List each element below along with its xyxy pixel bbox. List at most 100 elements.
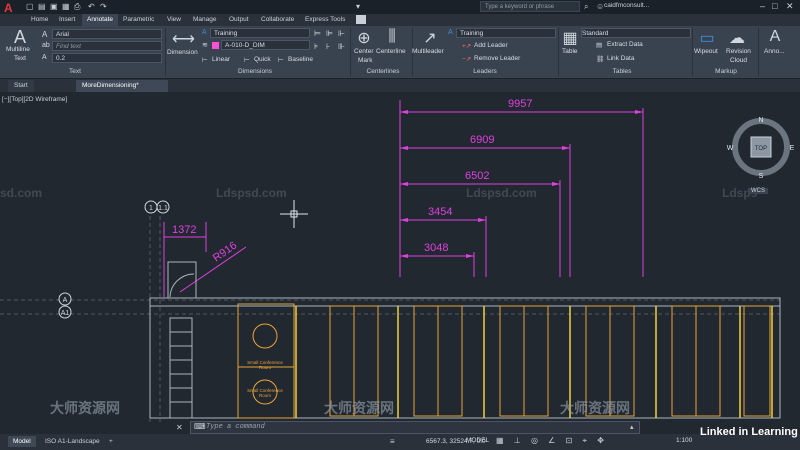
revision-cloud-icon[interactable]: ☁	[728, 28, 746, 48]
save-as-icon[interactable]: ▦	[62, 2, 70, 11]
leaders-panel-title[interactable]: Leaders	[460, 68, 510, 77]
revision-cloud-label-2[interactable]: Cloud	[730, 57, 747, 64]
tab-output[interactable]: Output	[224, 14, 254, 26]
add-layout-button[interactable]: +	[104, 436, 118, 447]
center-mark-label-2[interactable]: Mark	[358, 57, 372, 64]
dim-text-6502[interactable]: 6502	[465, 170, 489, 182]
search-icon[interactable]: ⌕	[584, 2, 588, 12]
baseline-button[interactable]: Baseline	[288, 56, 313, 63]
revision-cloud-label-1[interactable]: Revision	[726, 48, 751, 55]
multiline-text-icon[interactable]: A	[10, 27, 30, 48]
drafting-toggles[interactable]: ▦ ⊥ ◎ ∠ ⊡ ⌖ ✥	[496, 436, 608, 446]
autocad-logo[interactable]: A	[4, 1, 22, 15]
linear-button[interactable]: Linear	[212, 56, 230, 63]
multiline-text-label-2[interactable]: Text	[14, 55, 26, 62]
new-file-icon[interactable]: ▢	[26, 2, 34, 11]
drawing-svg[interactable]: 9957 6909 6502 3454 3048 1372 R916 1 1.1…	[0, 92, 800, 422]
find-text-input[interactable]: Find text	[52, 41, 162, 51]
open-folder-icon[interactable]: ▤	[38, 2, 46, 11]
maximize-button[interactable]: □	[772, 1, 777, 11]
dim-tool-icon-3[interactable]: ⊩	[338, 29, 345, 38]
markup-panel-title[interactable]: Markup	[706, 68, 746, 77]
ribbon-toggle-icon[interactable]	[356, 15, 366, 24]
tab-view[interactable]: View	[162, 14, 186, 26]
user-name[interactable]: caidfmconsult...	[604, 2, 649, 9]
model-space-button[interactable]: MODEL	[466, 437, 489, 444]
annotation-scaling-label[interactable]: Anno...	[764, 48, 785, 55]
tab-insert[interactable]: Insert	[54, 14, 80, 26]
print-icon[interactable]: ⎙	[74, 2, 80, 12]
grid-bubble-a1: A1	[61, 310, 70, 317]
command-history-icon[interactable]: ▴	[630, 423, 634, 431]
find-text-icon: ab	[42, 42, 50, 49]
tab-parametric[interactable]: Parametric	[118, 14, 159, 26]
wcs-menu[interactable]: WCS	[748, 188, 768, 194]
add-leader-button[interactable]: Add Leader	[474, 42, 508, 49]
center-mark-icon[interactable]: ⊕	[354, 28, 374, 48]
dim-text-6909[interactable]: 6909	[470, 134, 494, 146]
text-height-combo[interactable]: 0.2	[52, 53, 162, 63]
tab-annotate[interactable]: Annotate	[82, 14, 119, 26]
extract-data-button[interactable]: Extract Data	[607, 41, 643, 48]
dim-tool-icon-5[interactable]: ⊦	[326, 42, 330, 51]
quick-button[interactable]: Quick	[254, 56, 271, 63]
minimize-button[interactable]: –	[760, 1, 765, 11]
center-mark-label-1[interactable]: Center	[354, 48, 374, 55]
customize-status-icon[interactable]: ≡	[390, 437, 395, 446]
multileader-label[interactable]: Multileader	[412, 48, 444, 55]
tab-collaborate[interactable]: Collaborate	[256, 14, 299, 26]
wipeout-label[interactable]: Wipeout	[694, 48, 718, 55]
annotation-scale[interactable]: 1:100	[676, 437, 692, 444]
search-input[interactable]: Type a keyword or phrase	[480, 1, 580, 12]
dim-tool-icon-4[interactable]: ⊧	[314, 42, 318, 51]
redo-icon[interactable]: ↷	[100, 2, 107, 11]
dimension-layer-combo[interactable]: A-010-D_DIM	[221, 40, 310, 50]
dim-tool-icon-2[interactable]: ⊫	[326, 29, 333, 38]
link-data-button[interactable]: Link Data	[607, 55, 634, 62]
save-icon[interactable]: ▣	[50, 2, 58, 11]
close-command-icon[interactable]: ✕	[176, 423, 183, 432]
tab-start[interactable]: Start	[8, 80, 34, 92]
add-leader-icon: +↗	[462, 43, 472, 50]
tab-home[interactable]: Home	[26, 14, 53, 26]
tab-manage[interactable]: Manage	[188, 14, 222, 26]
tab-express-tools[interactable]: Express Tools	[300, 14, 350, 26]
viewcube-top: TOP	[755, 146, 767, 152]
close-button[interactable]: ✕	[786, 1, 794, 12]
mleader-style-combo[interactable]: Training	[456, 28, 556, 38]
command-prompt-icon[interactable]: ⌨	[194, 422, 206, 431]
centerlines-panel-title[interactable]: Centerlines	[355, 68, 411, 77]
multileader-icon[interactable]: ↗	[420, 28, 440, 48]
undo-icon[interactable]: ↶	[88, 2, 95, 11]
command-input[interactable]: Type a command	[206, 422, 626, 433]
centerline-icon[interactable]: ⫼	[380, 28, 404, 46]
text-style-combo[interactable]: Arial	[52, 29, 162, 39]
dim-text-3454[interactable]: 3454	[428, 206, 452, 218]
centerline-label[interactable]: Centerline	[376, 48, 406, 55]
tables-panel-title[interactable]: Tables	[600, 68, 644, 77]
user-icon[interactable]: ☺	[596, 2, 604, 11]
table-label[interactable]: Table	[562, 48, 578, 55]
dim-text-9957[interactable]: 9957	[508, 98, 532, 110]
tab-moredimensioning[interactable]: MoreDimensioning*	[76, 80, 168, 92]
dim-text-3048[interactable]: 3048	[424, 242, 448, 254]
dim-text-1372[interactable]: 1372	[172, 224, 196, 236]
dimstyle-combo[interactable]: Training	[210, 28, 310, 38]
text-panel-title[interactable]: Text	[40, 68, 110, 77]
tab-model[interactable]: Model	[8, 436, 36, 447]
wipeout-icon[interactable]: ▭	[698, 28, 716, 48]
viewcube[interactable]: TOP N S E W	[726, 112, 796, 182]
remove-leader-icon: −↗	[462, 56, 472, 63]
table-icon[interactable]: ▦	[562, 28, 578, 48]
remove-leader-button[interactable]: Remove Leader	[474, 55, 520, 62]
tab-iso-a1-landscape[interactable]: ISO A1-Landscape	[40, 436, 105, 447]
customize-icon[interactable]: ▾	[356, 2, 360, 11]
table-style-combo[interactable]: Standard	[581, 28, 691, 38]
annotation-scaling-icon[interactable]: A	[766, 28, 784, 46]
dim-tool-icon-1[interactable]: ⊨	[314, 29, 321, 38]
dimension-icon[interactable]: ⟷	[172, 29, 195, 49]
multiline-text-label-1[interactable]: Multiline	[6, 46, 30, 53]
dimension-label[interactable]: Dimension	[167, 49, 198, 56]
dimensions-panel-title[interactable]: Dimensions	[220, 68, 290, 77]
dim-tool-icon-6[interactable]: ⊪	[338, 42, 345, 51]
